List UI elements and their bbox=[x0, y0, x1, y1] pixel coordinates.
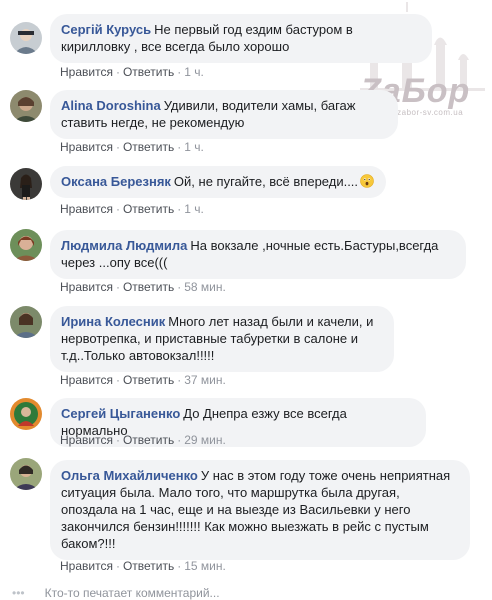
separator: · bbox=[115, 140, 120, 154]
separator: · bbox=[115, 433, 120, 447]
comment-bubble: Alina Doroshina Удивили, водители хамы, б… bbox=[50, 90, 398, 139]
reply-link[interactable]: Ответить bbox=[123, 140, 174, 154]
like-link[interactable]: Нравится bbox=[60, 65, 113, 79]
avatar[interactable] bbox=[10, 22, 42, 54]
comment-actions: Нравится · Ответить · 37 мин. bbox=[60, 373, 226, 387]
avatar[interactable] bbox=[10, 458, 42, 490]
separator: · bbox=[177, 65, 182, 79]
avatar[interactable] bbox=[10, 306, 42, 338]
comment-text: Ой, не пугайте, всё впереди.... bbox=[173, 174, 359, 189]
like-link[interactable]: Нравится bbox=[60, 559, 113, 573]
comment-timestamp[interactable]: 58 мин. bbox=[184, 280, 226, 294]
comment-actions: Нравится · Ответить · 58 мин. bbox=[60, 280, 226, 294]
comment-bubble: Сергій Курусь Не первый год ездим бастуро… bbox=[50, 14, 432, 63]
comment-bubble: Ольга Михайличенко У нас в этом году тоже… bbox=[50, 460, 470, 560]
comment-bubble: Ирина Колесник Много лет назад были и кач… bbox=[50, 306, 394, 372]
separator: · bbox=[115, 202, 120, 216]
comment-actions: Нравится · Ответить · 1 ч. bbox=[60, 202, 204, 216]
comment-timestamp[interactable]: 1 ч. bbox=[184, 140, 204, 154]
like-link[interactable]: Нравится bbox=[60, 373, 113, 387]
comment-author[interactable]: Ирина Колесник bbox=[61, 314, 165, 329]
comment-timestamp[interactable]: 15 мин. bbox=[184, 559, 226, 573]
comment-author[interactable]: Сергей Цыганенко bbox=[61, 406, 180, 421]
comment-bubble: Оксана Березняк Ой, не пугайте, всё впере… bbox=[50, 166, 386, 198]
comment-actions: Нравится · Ответить · 15 мин. bbox=[60, 559, 226, 573]
typing-indicator: ••• Кто-то печатает комментарий... bbox=[12, 586, 220, 600]
separator: · bbox=[115, 65, 120, 79]
separator: · bbox=[115, 280, 120, 294]
comment-author[interactable]: Alina Doroshina bbox=[61, 98, 161, 113]
comment-timestamp[interactable]: 29 мин. bbox=[184, 433, 226, 447]
reply-link[interactable]: Ответить bbox=[123, 433, 174, 447]
reply-link[interactable]: Ответить bbox=[123, 202, 174, 216]
reply-link[interactable]: Ответить bbox=[123, 373, 174, 387]
separator: · bbox=[177, 202, 182, 216]
typing-indicator-text: Кто-то печатает комментарий... bbox=[44, 586, 220, 600]
comment-author[interactable]: Ольга Михайличенко bbox=[61, 468, 198, 483]
separator: · bbox=[177, 140, 182, 154]
avatar[interactable] bbox=[10, 229, 42, 261]
like-link[interactable]: Нравится bbox=[60, 280, 113, 294]
reply-link[interactable]: Ответить bbox=[123, 559, 174, 573]
reply-link[interactable]: Ответить bbox=[123, 280, 174, 294]
comment-actions: Нравится · Ответить · 1 ч. bbox=[60, 140, 204, 154]
comment-author[interactable]: Сергій Курусь bbox=[61, 22, 151, 37]
reply-link[interactable]: Ответить bbox=[123, 65, 174, 79]
comment-actions: Нравится · Ответить · 1 ч. bbox=[60, 65, 204, 79]
avatar[interactable] bbox=[10, 398, 42, 430]
like-link[interactable]: Нравится bbox=[60, 433, 113, 447]
comment-actions: Нравится · Ответить · 29 мин. bbox=[60, 433, 226, 447]
separator: · bbox=[115, 559, 120, 573]
comment-bubble: Людмила Людмила На вокзале ,ночные есть.Б… bbox=[50, 230, 466, 279]
comment-author[interactable]: Оксана Березняк bbox=[61, 174, 171, 189]
avatar[interactable] bbox=[10, 90, 42, 122]
separator: · bbox=[115, 373, 120, 387]
typing-dots-icon: ••• bbox=[12, 586, 25, 600]
separator: · bbox=[177, 433, 182, 447]
comment-timestamp[interactable]: 37 мин. bbox=[184, 373, 226, 387]
comment-timestamp[interactable]: 1 ч. bbox=[184, 65, 204, 79]
comment-author[interactable]: Людмила Людмила bbox=[61, 238, 187, 253]
separator: · bbox=[177, 280, 182, 294]
like-link[interactable]: Нравится bbox=[60, 202, 113, 216]
separator: · bbox=[177, 559, 182, 573]
comment-timestamp[interactable]: 1 ч. bbox=[184, 202, 204, 216]
avatar[interactable] bbox=[10, 168, 42, 200]
separator: · bbox=[177, 373, 182, 387]
astonished-face-icon bbox=[360, 174, 374, 188]
like-link[interactable]: Нравится bbox=[60, 140, 113, 154]
